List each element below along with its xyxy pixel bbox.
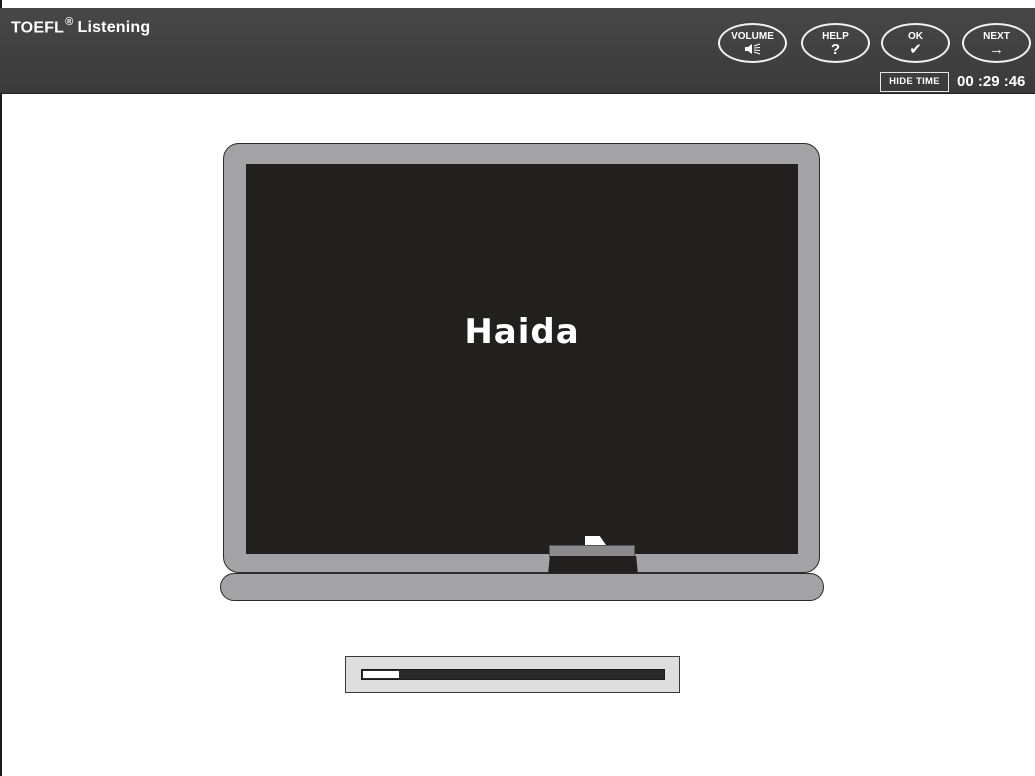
app-title-section: Listening xyxy=(77,19,151,37)
question-icon: ? xyxy=(830,41,841,58)
countdown-timer: 00 :29 :46 xyxy=(957,73,1026,90)
audio-progress-fill xyxy=(363,671,399,678)
volume-button[interactable]: VOLUME xyxy=(718,23,787,63)
next-button[interactable]: NEXT → xyxy=(962,23,1031,63)
top-toolbar: TOEFL® Listening VOLUME HELP ? OK ✔ NEXT … xyxy=(0,8,1035,94)
registered-mark: ® xyxy=(65,16,74,28)
audio-progress-track xyxy=(361,669,665,680)
checkmark-icon: ✔ xyxy=(909,41,922,58)
app-title: TOEFL® Listening xyxy=(11,16,151,37)
help-button[interactable]: HELP ? xyxy=(801,23,870,63)
blackboard-ledge xyxy=(220,573,824,601)
ok-button[interactable]: OK ✔ xyxy=(881,23,950,63)
hide-time-button[interactable]: HIDE TIME xyxy=(880,72,949,92)
blackboard-surface xyxy=(246,164,798,554)
app-title-main: TOEFL xyxy=(11,19,65,37)
arrow-right-icon: → xyxy=(989,41,1004,58)
blackboard-word: Haida xyxy=(464,312,580,352)
volume-button-label: VOLUME xyxy=(731,31,774,42)
speaker-icon xyxy=(720,43,785,58)
chalk-tray xyxy=(549,545,635,557)
